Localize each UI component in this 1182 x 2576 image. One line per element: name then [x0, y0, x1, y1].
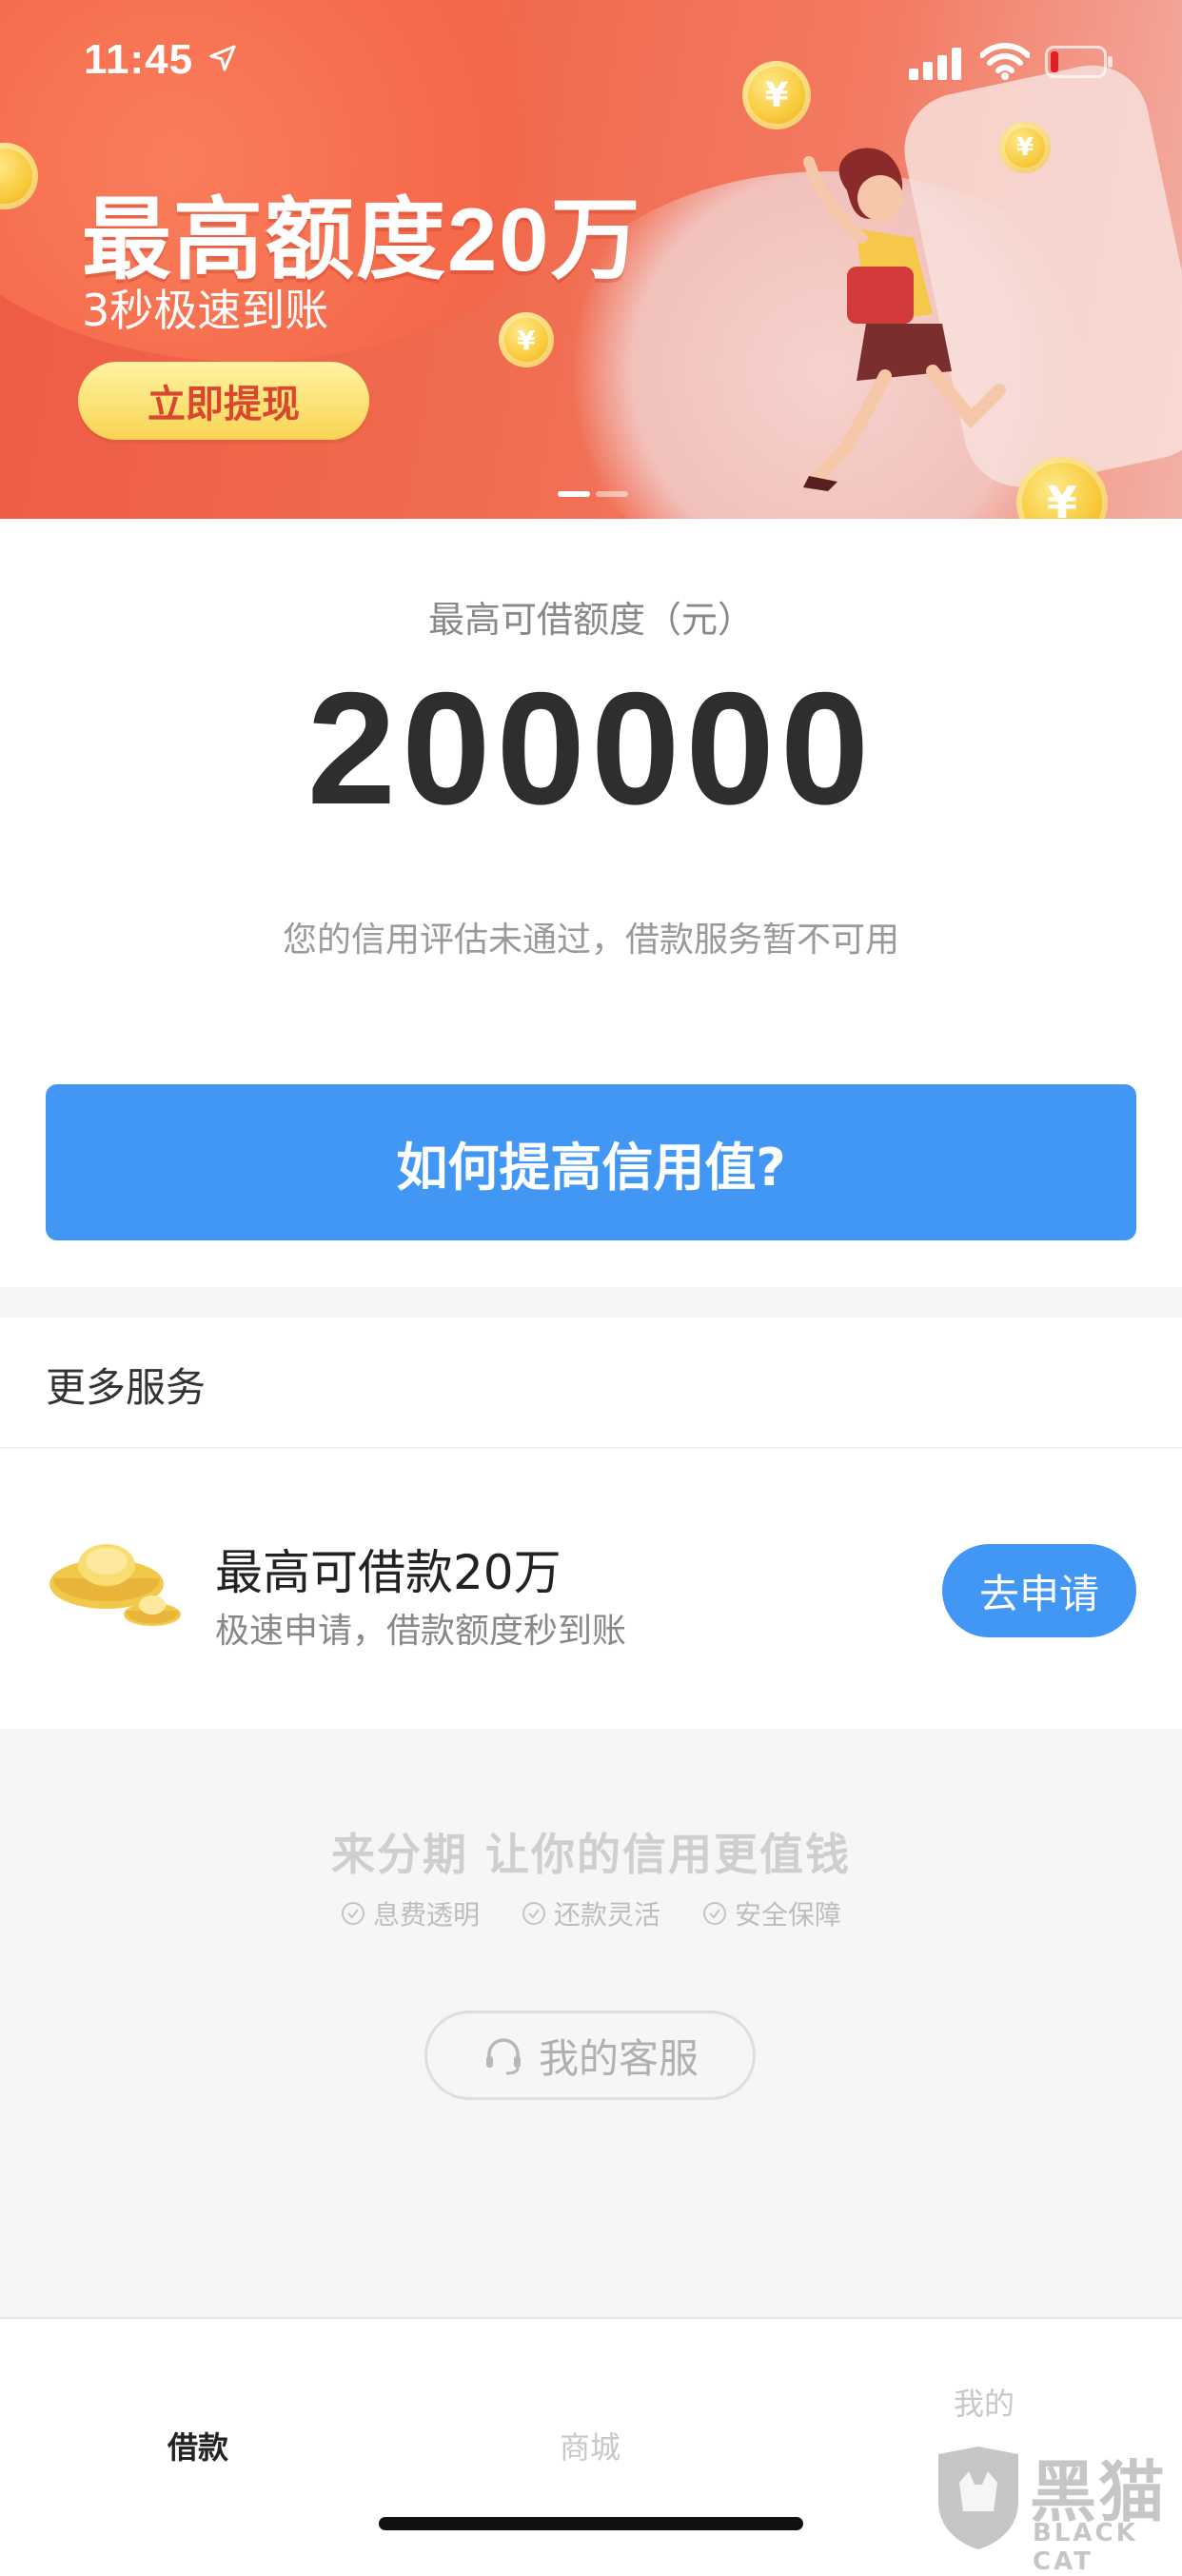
- more-services-title: 更多服务: [46, 1364, 207, 1411]
- carousel-indicator: [558, 491, 628, 497]
- battery-low-icon: [1045, 46, 1113, 78]
- feature-label: 息费透明: [372, 1899, 480, 1931]
- status-bar: 11:45: [0, 0, 1182, 126]
- check-circle-icon: [703, 1902, 726, 1925]
- check-circle-icon: [522, 1902, 545, 1925]
- feature-item: 还款灵活: [522, 1894, 660, 1932]
- tab-loan[interactable]: 借款: [167, 2424, 228, 2467]
- feature-label: 安全保障: [735, 1899, 842, 1931]
- apply-button[interactable]: 去申请: [942, 1544, 1136, 1637]
- tab-mine[interactable]: 我的: [954, 2380, 1015, 2424]
- headset-icon: [485, 2038, 521, 2075]
- tab-mall[interactable]: 商城: [560, 2424, 621, 2467]
- home-indicator[interactable]: [379, 2517, 803, 2530]
- check-circle-icon: [341, 1902, 364, 1925]
- status-time: 11:45: [84, 36, 194, 83]
- gold-ingot-icon: [49, 1544, 181, 1626]
- credit-status-text: 您的信用评估未通过，借款服务暂不可用: [282, 921, 899, 960]
- credit-limit-label: 最高可借额度（元）: [427, 599, 754, 641]
- feature-label: 还款灵活: [553, 1899, 660, 1931]
- wifi-icon: [980, 43, 1030, 80]
- customer-service-label: 我的客服: [538, 2034, 699, 2082]
- location-arrow-icon: [209, 45, 236, 71]
- loan-offer-subtitle: 极速申请，借款额度秒到账: [215, 1612, 627, 1651]
- coin-icon: ¥: [499, 312, 554, 367]
- watermark-en: BLACK CAT: [1033, 2519, 1138, 2576]
- cellular-signal-icon: [909, 48, 961, 80]
- brand-slogan: 来分期 让你的信用更值钱: [330, 1829, 851, 1880]
- divider: [0, 1447, 1182, 1449]
- feature-item: 息费透明: [341, 1894, 480, 1932]
- customer-service-button[interactable]: 我的客服: [424, 2011, 756, 2100]
- section-divider: [0, 1287, 1182, 1318]
- withdraw-now-button[interactable]: 立即提现: [78, 362, 369, 440]
- loan-offer-title: 最高可借款20万: [215, 1545, 561, 1600]
- improve-credit-button[interactable]: 如何提高信用值?: [46, 1084, 1136, 1240]
- carousel-dot: [596, 491, 628, 497]
- woman-illustration-icon: [803, 148, 1006, 491]
- feature-item: 安全保障: [702, 1894, 841, 1932]
- cat-shield-icon: [938, 2447, 1018, 2549]
- credit-limit-amount: 200000: [306, 659, 876, 838]
- carousel-dot-active: [558, 491, 590, 497]
- coin-icon: ¥: [1016, 457, 1108, 519]
- black-cat-watermark: 黑猫 BLACK CAT: [923, 2437, 1182, 2576]
- banner-subline: 3秒极速到账: [82, 285, 329, 336]
- feature-list: 息费透明 还款灵活 安全保障: [0, 1894, 1182, 1932]
